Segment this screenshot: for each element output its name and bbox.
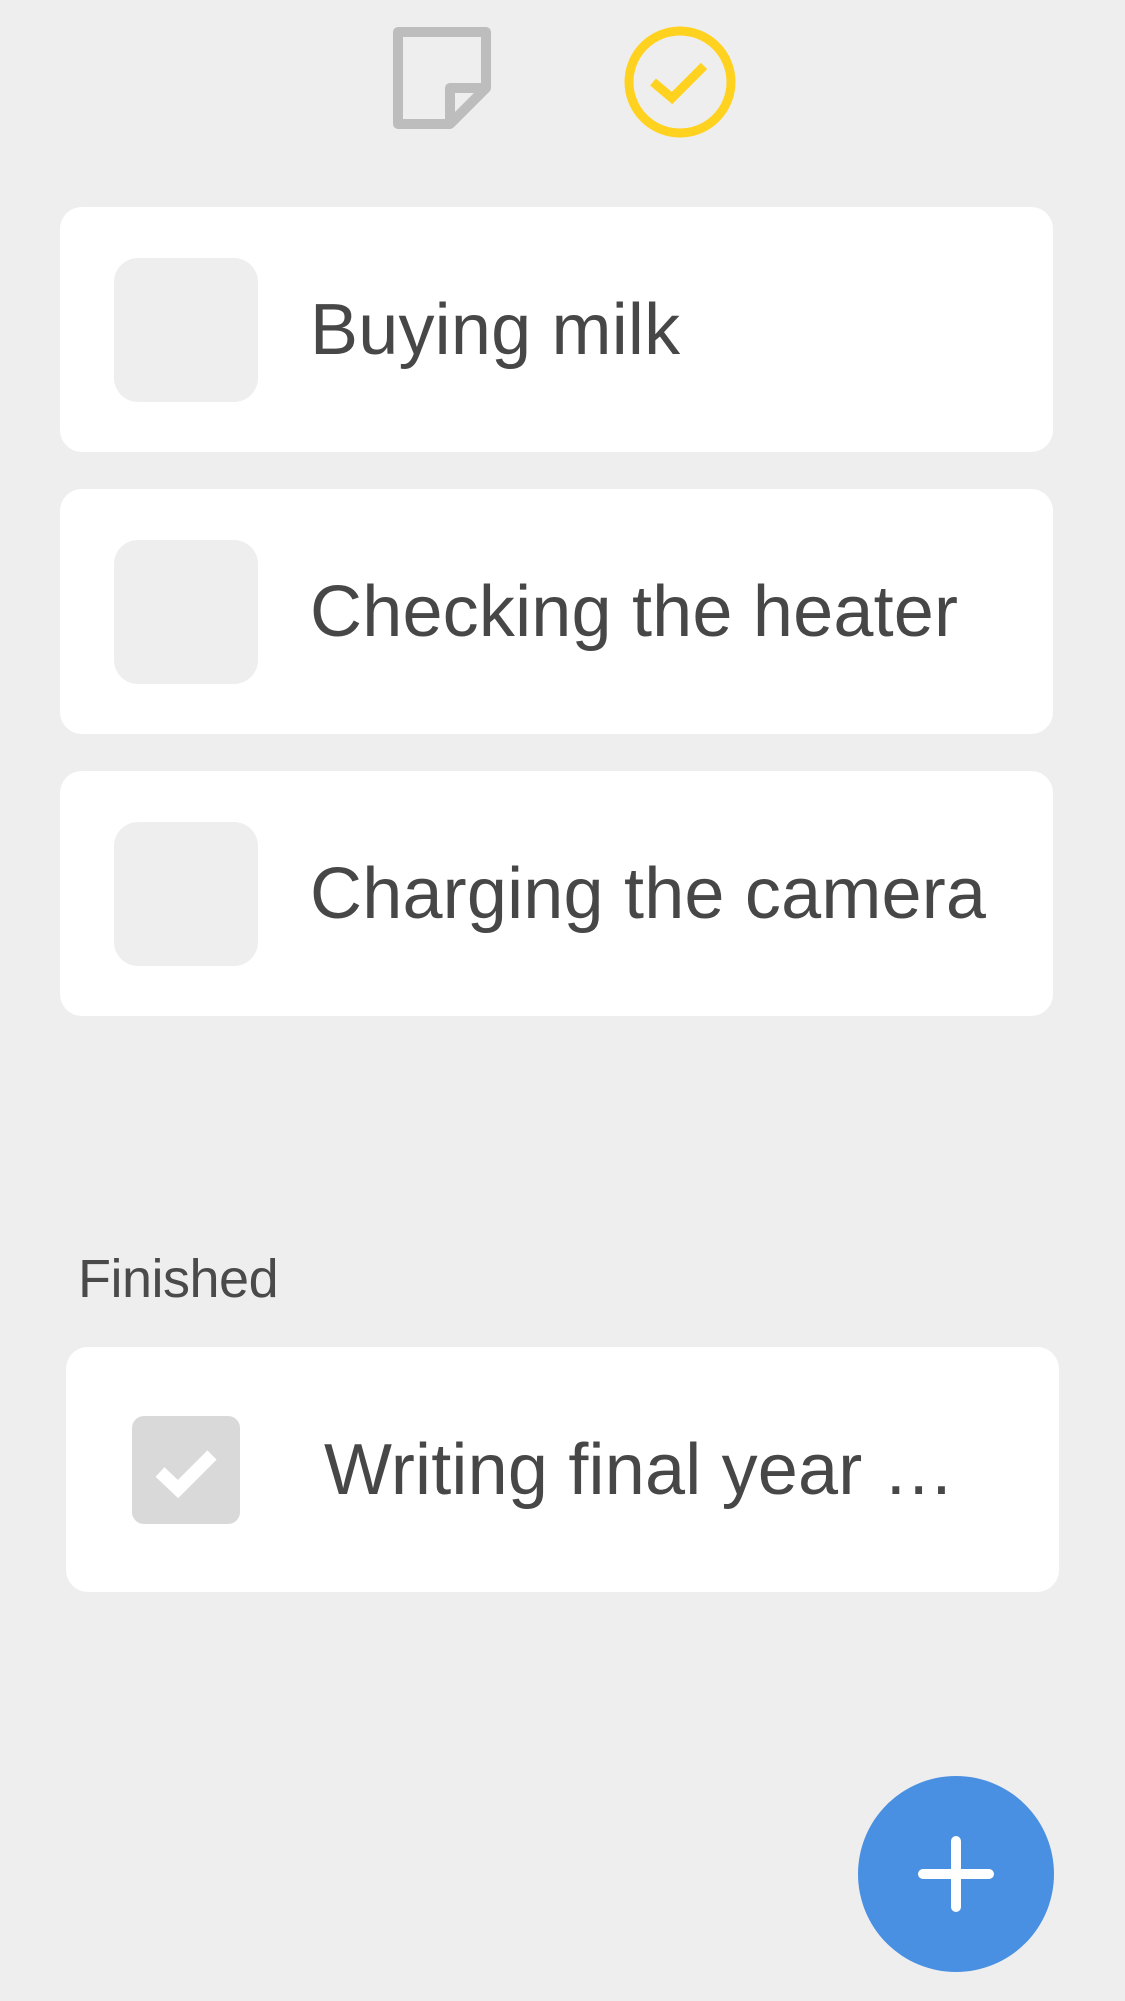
- todo-checkbox[interactable]: [114, 258, 258, 402]
- todo-checkbox[interactable]: [114, 822, 258, 966]
- add-button[interactable]: [858, 1776, 1054, 1972]
- note-icon: [393, 27, 491, 129]
- tab-notes[interactable]: [382, 22, 502, 142]
- todo-label: Writing final year …: [324, 1429, 955, 1510]
- finished-item[interactable]: Writing final year …: [66, 1347, 1059, 1592]
- finished-section-label: Finished: [78, 1249, 279, 1309]
- todo-item[interactable]: Buying milk: [60, 207, 1053, 452]
- plus-icon: [918, 1836, 994, 1912]
- todo-item[interactable]: Checking the heater: [60, 489, 1053, 734]
- check-circle-icon: [624, 26, 736, 138]
- todo-label: Buying milk: [310, 289, 681, 370]
- todo-label: Charging the camera: [310, 853, 987, 934]
- tab-todos[interactable]: [618, 22, 738, 142]
- todo-item[interactable]: Charging the camera: [60, 771, 1053, 1016]
- todo-checkbox-checked[interactable]: [132, 1416, 240, 1524]
- todo-checkbox[interactable]: [114, 540, 258, 684]
- todo-label: Checking the heater: [310, 571, 959, 652]
- checkmark-icon: [155, 1450, 217, 1499]
